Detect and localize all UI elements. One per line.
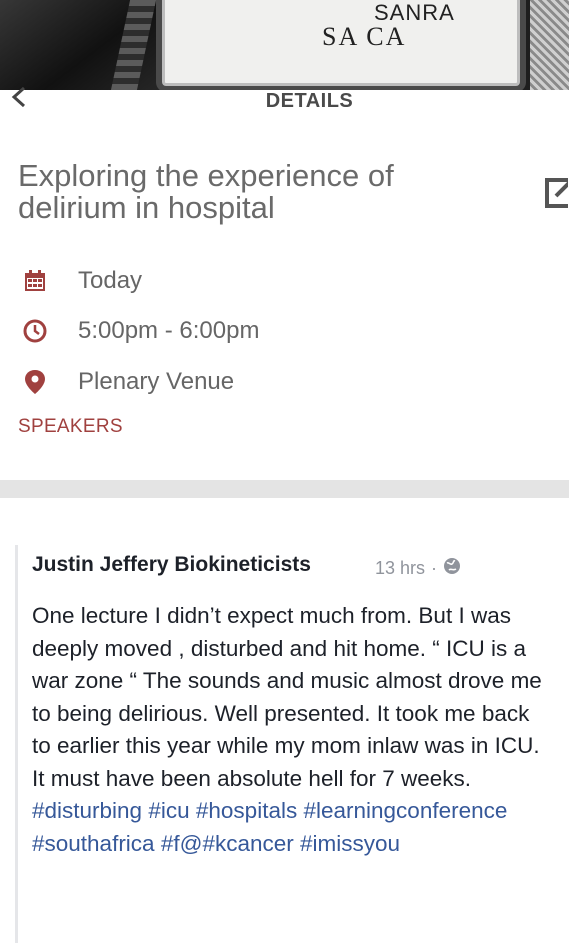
event-title: Exploring the experience of delirium in … — [18, 158, 394, 225]
post-text: One lecture I didn’t expect much from. B… — [32, 603, 542, 791]
post-quote-bar — [15, 545, 18, 943]
globe-icon — [443, 557, 461, 580]
post-body: One lecture I didn’t expect much from. B… — [32, 600, 542, 860]
event-time: 5:00pm - 6:00pm — [78, 317, 260, 344]
hashtag-link[interactable]: #disturbing — [32, 798, 142, 823]
hashtag-link[interactable]: #icu — [148, 798, 189, 823]
header-photo: SANRA SA CA — [0, 0, 569, 90]
post-meta: 13 hrs · — [375, 557, 461, 580]
hashtag-link[interactable]: #southafrica — [32, 831, 155, 856]
meta-separator: · — [431, 558, 438, 578]
speakers-link[interactable]: SPEAKERS — [18, 416, 123, 438]
post-author[interactable]: Justin Jeffery Biokineticists — [32, 553, 311, 577]
section-divider — [0, 480, 569, 498]
hashtag-link[interactable]: #f@#kcancer — [161, 831, 294, 856]
hashtag-link[interactable]: #hospitals — [196, 798, 297, 823]
clock-icon — [22, 318, 48, 344]
background-texture — [530, 0, 569, 90]
edit-icon[interactable] — [544, 174, 569, 210]
post-time[interactable]: 13 hrs — [375, 558, 425, 579]
event-venue: Plenary Venue — [78, 368, 235, 395]
hashtag-link[interactable]: #learningconference — [303, 798, 507, 823]
map-pin-icon — [22, 369, 48, 395]
hashtag-link[interactable]: #imissyou — [300, 831, 400, 856]
event-date-row: Today — [22, 266, 142, 296]
event-time-row: 5:00pm - 6:00pm — [22, 316, 259, 346]
page-title: DETAILS — [265, 90, 354, 112]
event-venue-row: Plenary Venue — [22, 367, 234, 397]
event-date: Today — [78, 267, 143, 294]
badge-text-bottom: SA CA — [322, 22, 407, 51]
calendar-icon — [22, 268, 48, 294]
